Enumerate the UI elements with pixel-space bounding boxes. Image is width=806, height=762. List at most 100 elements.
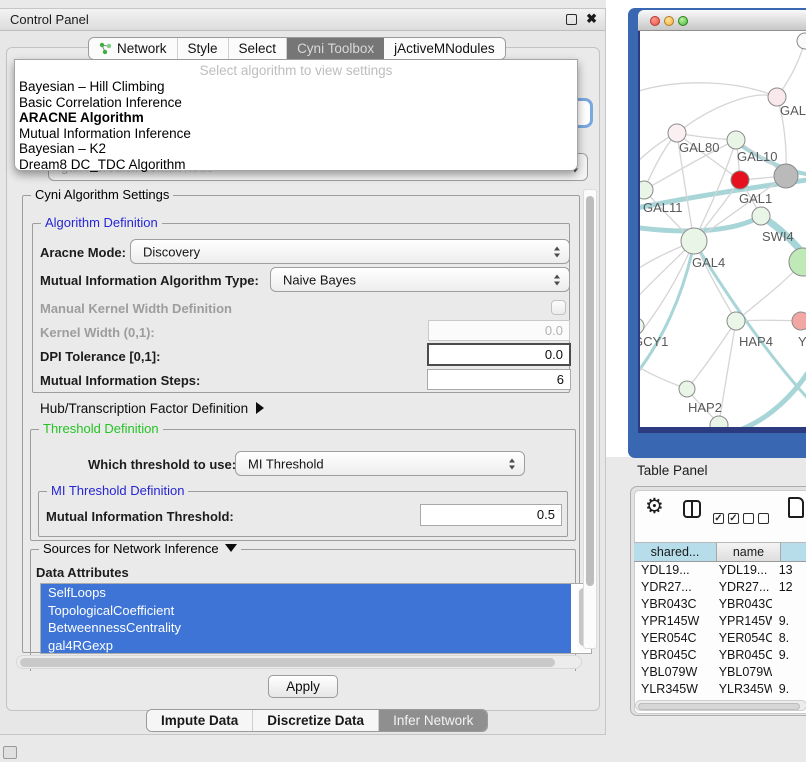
attribute-item-selfloops[interactable]: SelfLoops <box>41 584 571 602</box>
table-row[interactable]: YBL079WYBL079W <box>634 664 806 681</box>
table-row[interactable]: YDR27...YDR27...12 <box>634 579 806 596</box>
mi-algorithm-type-combobox[interactable]: Naive Bayes <box>270 267 570 292</box>
data-attributes-list: SelfLoopsTopologicalCoefficientBetweenne… <box>40 583 592 654</box>
network-node-label: GAL1 <box>739 191 772 206</box>
dropdown-item-basic-correlation-inference[interactable]: Basic Correlation Inference <box>19 95 573 111</box>
close-icon[interactable]: ✖ <box>586 11 597 27</box>
hub-definition-toggle[interactable]: Hub/Transcription Factor Definition <box>40 401 264 416</box>
network-node-y[interactable] <box>792 312 806 330</box>
apply-button[interactable]: Apply <box>268 675 338 698</box>
column-header-shared[interactable]: shared... <box>634 543 717 561</box>
table-cell: 9. <box>772 681 806 698</box>
table-row[interactable]: YBR045CYBR045C9. <box>634 647 806 664</box>
network-node-gal4[interactable] <box>681 228 707 254</box>
network-node-gal11[interactable] <box>640 181 653 199</box>
kernel-width-field[interactable]: 0.0 <box>428 320 570 341</box>
network-node-swi4[interactable] <box>752 207 770 225</box>
zoom-traffic-light-icon[interactable] <box>678 16 688 26</box>
table-rows: YDL19...YDL19...13YDR27...YDR27...12YBR0… <box>634 562 806 700</box>
aracne-mode-combobox[interactable]: Discovery <box>130 239 570 264</box>
network-window-titlebar[interactable] <box>638 10 806 31</box>
manual-kernel-width-checkbox[interactable] <box>551 300 566 315</box>
attribute-item-gal4rgexp[interactable]: gal4RGexp <box>41 637 571 655</box>
table-panel: ⚙ ✓ ✓ shared...nameA YDL19...YDL19...13Y… <box>630 486 806 716</box>
dropdown-item-bayesian-k2[interactable]: Bayesian – K2 <box>19 141 573 157</box>
collapsed-arrow-icon <box>256 402 264 414</box>
attribute-item-betweennesscentrality[interactable]: BetweennessCentrality <box>41 619 571 637</box>
dock-window-icon[interactable] <box>3 746 17 759</box>
dropdown-item-aracne-algorithm[interactable]: ARACNE Algorithm <box>19 110 573 126</box>
checked-checkbox-icon[interactable]: ✓ <box>713 513 724 524</box>
mi-threshold-field[interactable]: 0.5 <box>420 504 562 526</box>
network-node-hap4[interactable] <box>727 312 745 330</box>
network-edge <box>677 95 777 133</box>
tab-label: Select <box>239 41 277 56</box>
network-node-label: GAL80 <box>679 140 719 155</box>
tab-discretize-data[interactable]: Discretize Data <box>253 710 379 731</box>
tab-infer-network[interactable]: Infer Network <box>379 710 487 731</box>
network-node-gcy1[interactable] <box>640 318 644 334</box>
control-panel-window: Control Panel ✖ NetworkStyleSelectCyni T… <box>0 8 606 735</box>
table-cell: YBR043C <box>712 596 772 613</box>
tab-jactivemnodules[interactable]: jActiveMNodules <box>384 38 505 59</box>
close-traffic-light-icon[interactable] <box>650 16 660 26</box>
network-node-label: GCY1 <box>640 334 668 349</box>
network-node-gal10[interactable] <box>727 131 745 149</box>
network-node-label: GAL11 <box>643 200 683 215</box>
expanded-arrow-icon <box>225 544 237 552</box>
unchecked-checkbox-icon[interactable] <box>758 513 769 524</box>
tab-impute-data[interactable]: Impute Data <box>147 710 253 731</box>
network-node[interactable] <box>797 33 806 49</box>
algorithm-dropdown-list: Select algorithm to view settings Bayesi… <box>14 59 578 171</box>
columns-icon[interactable] <box>683 500 701 518</box>
table-row[interactable]: YER054CYER054C8. <box>634 630 806 647</box>
dropdown-item-mutual-information-inference[interactable]: Mutual Information Inference <box>19 126 573 142</box>
network-node-gal1[interactable] <box>731 171 749 189</box>
document-icon[interactable] <box>788 497 804 518</box>
network-canvas[interactable]: GALGAL80GAL10GAL1GAL11SWI4GAL4GCY1HAP4YH… <box>638 31 806 433</box>
table-row[interactable]: YDL19...YDL19...13 <box>634 562 806 579</box>
which-threshold-label: Which threshold to use: <box>88 457 236 472</box>
group-title-sources[interactable]: Sources for Network Inference <box>39 541 241 556</box>
settings-vertical-scrollbar[interactable] <box>583 189 597 649</box>
dropdown-item-dream8-dc-tdc-algorithm[interactable]: Dream8 DC_TDC Algorithm <box>19 157 573 173</box>
table-row[interactable]: YBR043CYBR043C <box>634 596 806 613</box>
dropdown-item-bayesian-hill-climbing[interactable]: Bayesian – Hill Climbing <box>19 79 573 95</box>
attribute-item-topologicalcoefficient[interactable]: TopologicalCoefficient <box>41 602 571 620</box>
table-cell: YER054C <box>712 630 772 647</box>
network-node[interactable] <box>774 164 798 188</box>
tab-cyni-toolbox[interactable]: Cyni Toolbox <box>287 38 384 59</box>
column-header-name[interactable]: name <box>717 543 781 561</box>
table-cell: YER054C <box>634 630 712 647</box>
table-row[interactable]: YLR345WYLR345W9. <box>634 681 806 698</box>
mi-steps-label: Mutual Information Steps: <box>40 373 200 388</box>
tab-label: Style <box>188 41 218 56</box>
table-cell: YDR27... <box>712 579 772 596</box>
tab-style[interactable]: Style <box>178 38 229 59</box>
network-edge <box>640 241 694 343</box>
table-cell: YDL19... <box>712 562 772 579</box>
checked-checkbox-icon[interactable]: ✓ <box>728 513 739 524</box>
gear-icon[interactable]: ⚙ <box>645 494 664 519</box>
column-header-a[interactable]: A <box>781 543 806 561</box>
cyni-settings-panel: Cyni Algorithm Settings Algorithm Defini… <box>14 183 604 671</box>
table-horizontal-scrollbar[interactable] <box>635 700 806 711</box>
mi-algorithm-type-label: Mutual Information Algorithm Type: <box>40 273 259 288</box>
tab-network[interactable]: Network <box>89 38 178 59</box>
which-threshold-combobox[interactable]: MI Threshold <box>235 451 525 476</box>
settings-horizontal-scrollbar-thumb[interactable] <box>20 658 555 667</box>
network-node-hap2[interactable] <box>679 381 695 397</box>
float-window-icon[interactable] <box>566 14 577 25</box>
minimize-traffic-light-icon[interactable] <box>664 16 674 26</box>
mi-steps-field[interactable]: 6 <box>427 369 571 390</box>
settings-horizontal-scrollbar[interactable] <box>16 655 582 669</box>
table-header-row: shared...nameA <box>634 542 806 562</box>
table-horizontal-scrollbar-thumb[interactable] <box>638 703 800 710</box>
settings-vertical-scrollbar-thumb[interactable] <box>586 196 594 586</box>
unchecked-checkbox-icon[interactable] <box>743 513 754 524</box>
tab-select[interactable]: Select <box>229 38 288 59</box>
table-cell: YBL079W <box>634 664 712 681</box>
network-node[interactable] <box>789 248 806 276</box>
table-row[interactable]: YPR145WYPR145W9. <box>634 613 806 630</box>
dpi-tolerance-field[interactable]: 0.0 <box>427 343 571 366</box>
